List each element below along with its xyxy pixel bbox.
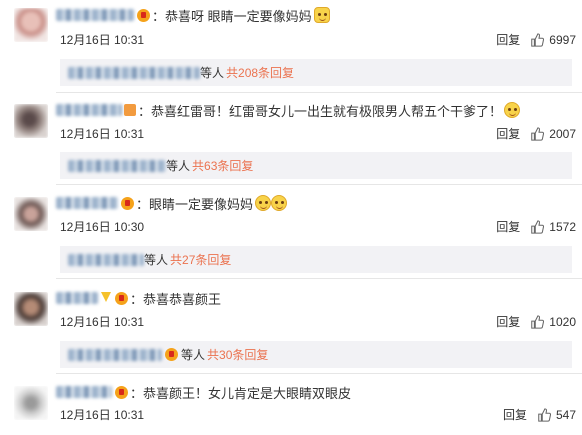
reply-users-suffix: 等人 xyxy=(166,159,191,173)
divider xyxy=(56,184,582,185)
laughing-emoji-icon xyxy=(255,195,272,211)
comment-date: 12月16日 10:31 xyxy=(60,315,145,329)
comment-header: ：眼睛一定要像妈妈 xyxy=(56,194,288,212)
cat-emoji-icon xyxy=(313,7,330,23)
laughing-emoji-icon xyxy=(271,195,288,211)
reply-button[interactable]: 回复 xyxy=(496,313,520,330)
username[interactable] xyxy=(56,104,122,116)
reply-usernames[interactable] xyxy=(68,159,166,172)
comment-actions: 回复 547 xyxy=(503,406,576,423)
username[interactable] xyxy=(56,9,134,21)
like-count: 1572 xyxy=(549,219,576,234)
comment-header: ：恭喜红雷哥！红雷哥女儿一出生就有极限男人帮五个干爹了！ xyxy=(56,101,521,119)
fan-badge-icon xyxy=(121,196,134,210)
comment-date: 12月16日 10:31 xyxy=(60,33,145,47)
view-replies-link[interactable]: 共30条回复 xyxy=(207,346,268,363)
sub-replies: 等人 共63条回复 xyxy=(60,152,572,179)
like-count: 547 xyxy=(555,407,576,422)
view-replies-link[interactable]: 共27条回复 xyxy=(170,251,231,268)
fan-badge-icon xyxy=(115,291,128,305)
avatar[interactable] xyxy=(14,8,48,42)
like-count: 6997 xyxy=(549,32,576,47)
crown-badge-icon xyxy=(100,292,112,304)
comment-text: ：恭喜红雷哥！红雷哥女儿一出生就有极限男人帮五个干爹了！ xyxy=(138,103,503,119)
reply-usernames[interactable] xyxy=(68,348,162,361)
comment-text: ：恭喜恭喜颜王 xyxy=(130,291,222,307)
pleading-emoji-icon xyxy=(504,102,521,118)
comment-actions: 回复 2007 xyxy=(496,125,576,142)
reply-users-suffix: 等人 xyxy=(200,66,225,80)
comment-actions: 回复 1572 xyxy=(496,218,576,235)
comment-date: 12月16日 10:31 xyxy=(60,127,145,141)
reply-button[interactable]: 回复 xyxy=(496,218,520,235)
comment-header: ：恭喜颜王！女儿肯定是大眼睛双眼皮 xyxy=(56,383,351,401)
sub-replies: 等人 共27条回复 xyxy=(60,246,572,273)
comment-actions: 回复 1020 xyxy=(496,313,576,330)
avatar[interactable] xyxy=(14,292,48,326)
comment-text: ：恭喜呀 眼睛一定要像妈妈 xyxy=(152,8,312,24)
username[interactable] xyxy=(56,292,98,304)
reply-button[interactable]: 回复 xyxy=(496,31,520,48)
sub-replies: 等人 共208条回复 xyxy=(60,59,572,86)
reply-users-suffix: 等人 xyxy=(181,348,206,362)
divider xyxy=(56,373,582,374)
comment-header: ：恭喜呀 眼睛一定要像妈妈 xyxy=(56,6,330,24)
fan-badge-icon xyxy=(165,348,178,361)
thumbs-up-icon[interactable] xyxy=(530,314,545,329)
reply-button[interactable]: 回复 xyxy=(496,125,520,142)
view-replies-link[interactable]: 共208条回复 xyxy=(226,64,294,81)
fan-badge-icon xyxy=(115,385,128,399)
avatar[interactable] xyxy=(14,197,48,231)
thumbs-up-icon[interactable] xyxy=(530,32,545,47)
avatar[interactable] xyxy=(14,386,48,420)
comment-date: 12月16日 10:31 xyxy=(60,408,145,422)
member-badge-icon xyxy=(124,104,136,116)
comment-header: ：恭喜恭喜颜王 xyxy=(56,289,221,307)
divider xyxy=(56,278,582,279)
fan-badge-icon xyxy=(137,8,150,22)
reply-users-suffix: 等人 xyxy=(144,253,169,267)
reply-usernames[interactable] xyxy=(68,253,144,266)
reply-button[interactable]: 回复 xyxy=(503,406,527,423)
like-count: 1020 xyxy=(549,314,576,329)
view-replies-link[interactable]: 共63条回复 xyxy=(192,157,253,174)
thumbs-up-icon[interactable] xyxy=(537,407,551,422)
comment-actions: 回复 6997 xyxy=(496,31,576,48)
like-count: 2007 xyxy=(549,126,576,141)
comment-date: 12月16日 10:30 xyxy=(60,220,145,234)
sub-replies: 等人 共30条回复 xyxy=(60,341,572,368)
username[interactable] xyxy=(56,386,112,398)
username[interactable] xyxy=(56,197,118,209)
thumbs-up-icon[interactable] xyxy=(530,126,545,141)
comment-text: ：恭喜颜王！女儿肯定是大眼睛双眼皮 xyxy=(130,385,352,401)
divider xyxy=(56,92,582,93)
thumbs-up-icon[interactable] xyxy=(530,219,545,234)
comment-text: ：眼睛一定要像妈妈 xyxy=(136,196,254,212)
reply-usernames[interactable] xyxy=(68,66,200,79)
avatar[interactable] xyxy=(14,104,48,138)
